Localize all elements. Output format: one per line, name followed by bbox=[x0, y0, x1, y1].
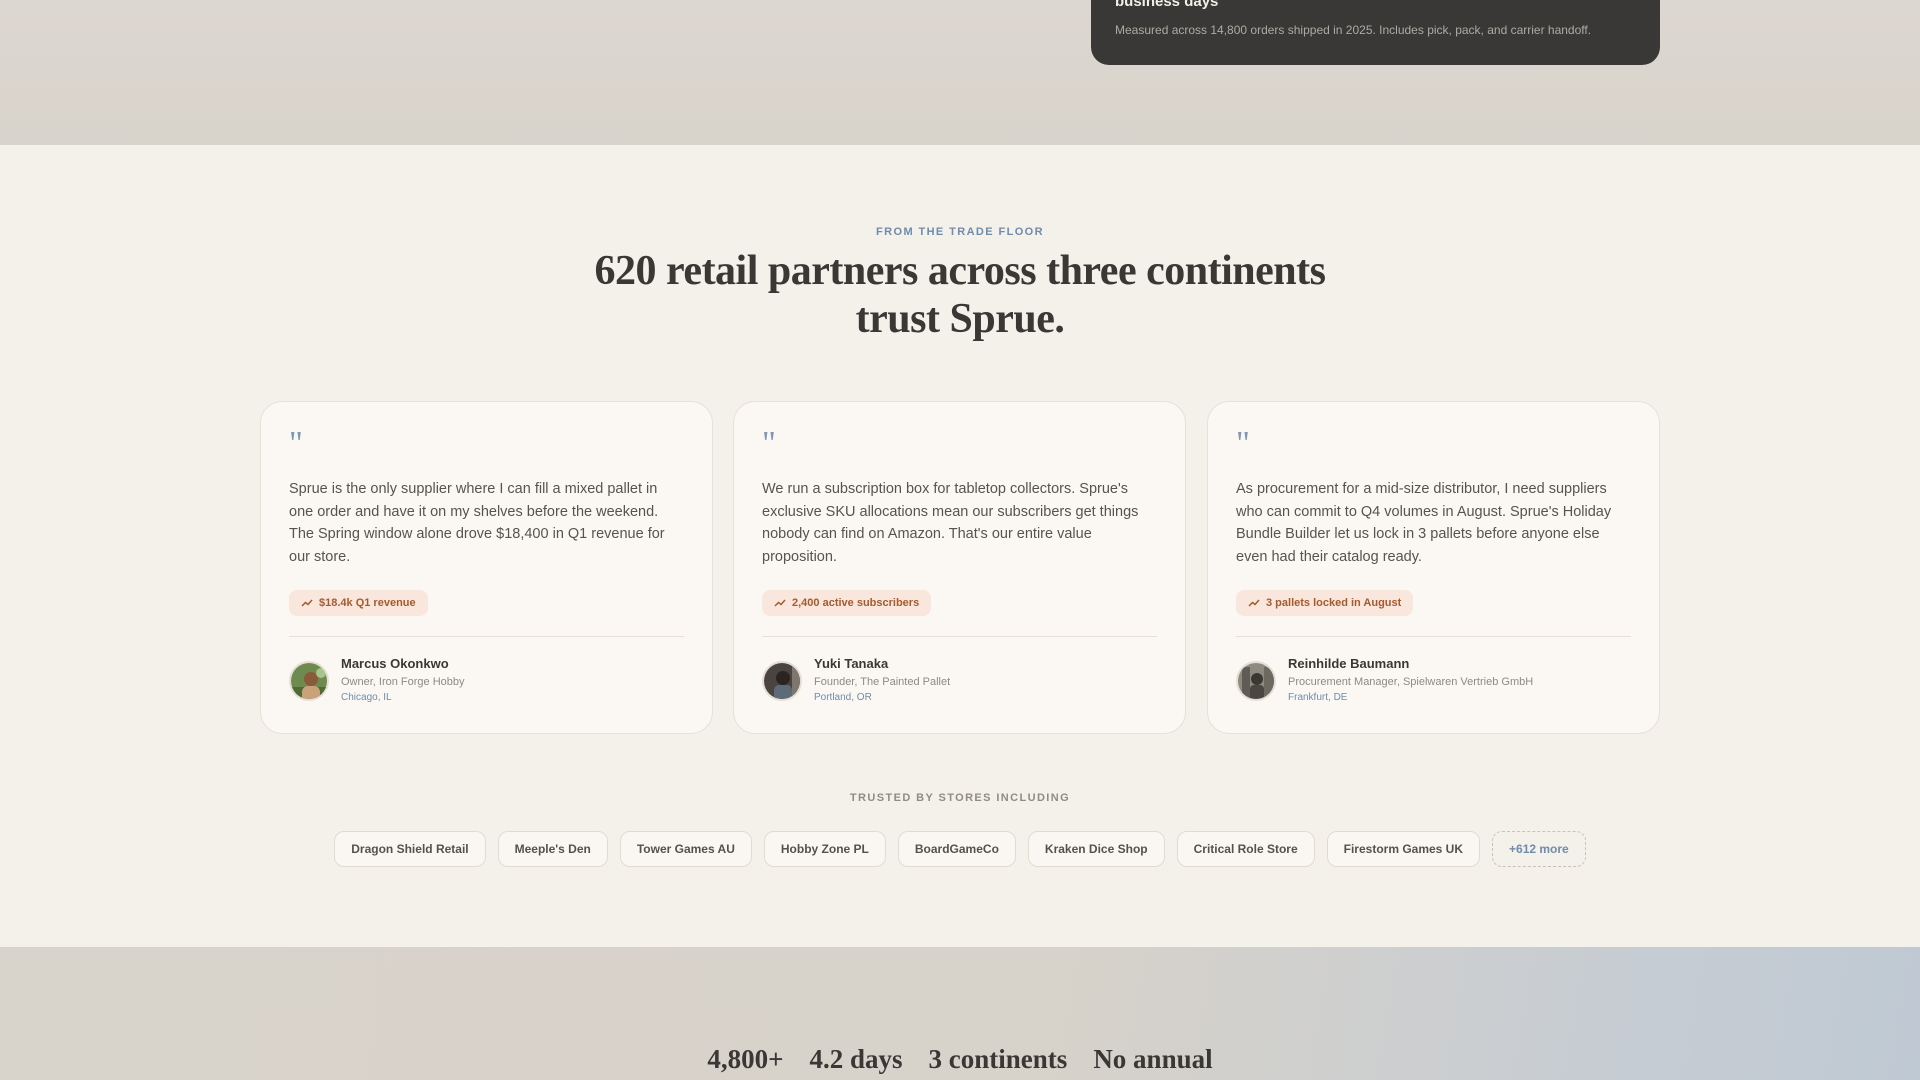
trend-up-icon bbox=[1248, 599, 1260, 607]
author: Yuki Tanaka Founder, The Painted Pallet … bbox=[762, 656, 1157, 704]
author-name: Marcus Okonkwo bbox=[341, 656, 449, 671]
store-chip[interactable]: Meeple's Den bbox=[497, 831, 608, 867]
fulfillment-stat-card: business days Measured across 14,800 ord… bbox=[1091, 0, 1660, 65]
store-chip[interactable]: Kraken Dice Shop bbox=[1027, 831, 1165, 867]
testimonial-card: " We run a subscription box for tabletop… bbox=[733, 401, 1186, 734]
section-eyebrow: FROM THE TRADE FLOOR bbox=[876, 226, 1044, 238]
trend-up-icon bbox=[301, 599, 313, 607]
stat-card-note: Measured across 14,800 orders shipped in… bbox=[1115, 23, 1592, 37]
metric-label: 2,400 active subscribers bbox=[792, 597, 920, 609]
stat-value: 4,800+ bbox=[707, 1044, 784, 1074]
stat-value: 3 continents bbox=[928, 1044, 1068, 1074]
author: Marcus Okonkwo Owner, Iron Forge Hobby C… bbox=[289, 656, 684, 704]
testimonial-card: " Sprue is the only supplier where I can… bbox=[260, 401, 713, 734]
store-chip[interactable]: Tower Games AU bbox=[619, 831, 752, 867]
testimonial-quote: Sprue is the only supplier where I can f… bbox=[289, 481, 665, 565]
avatar bbox=[289, 661, 329, 701]
more-stores-button[interactable]: +612 more bbox=[1492, 831, 1586, 867]
quote-icon: " bbox=[289, 425, 303, 462]
author-role: Founder, The Painted Pallet bbox=[814, 676, 951, 688]
store-chips: Dragon Shield Retail Meeple's Den Tower … bbox=[0, 831, 1920, 867]
testimonial-quote: We run a subscription box for tabletop c… bbox=[762, 481, 1139, 565]
stat-card-title: business days bbox=[1115, 0, 1219, 10]
quote-icon: " bbox=[762, 425, 776, 462]
store-chip[interactable]: Dragon Shield Retail bbox=[334, 831, 486, 867]
author-location: Frankfurt, DE bbox=[1288, 692, 1348, 703]
trusted-label: TRUSTED BY STORES INCLUDING bbox=[849, 792, 1071, 804]
metric-label: $18.4k Q1 revenue bbox=[319, 597, 416, 609]
store-chip[interactable]: Critical Role Store bbox=[1176, 831, 1315, 867]
quote-icon: " bbox=[1236, 425, 1250, 462]
author-name: Reinhilde Baumann bbox=[1288, 656, 1410, 671]
metric-label: 3 pallets locked in August bbox=[1266, 597, 1402, 609]
top-band: business days Measured across 14,800 ord… bbox=[0, 0, 1920, 145]
stats-row: 4,800+ 4.2 days 3 continents No annual bbox=[0, 1044, 1920, 1075]
store-chip[interactable]: BoardGameCo bbox=[897, 831, 1016, 867]
author-role: Owner, Iron Forge Hobby bbox=[341, 676, 465, 688]
section-headline: 620 retail partners across three contine… bbox=[594, 248, 1326, 342]
avatar bbox=[1236, 661, 1276, 701]
author-location: Portland, OR bbox=[814, 692, 872, 703]
store-chip[interactable]: Hobby Zone PL bbox=[763, 831, 886, 867]
author: Reinhilde Baumann Procurement Manager, S… bbox=[1236, 656, 1631, 704]
card-divider bbox=[1236, 636, 1631, 637]
metric-badge: $18.4k Q1 revenue bbox=[289, 590, 428, 616]
trend-up-icon bbox=[774, 599, 786, 607]
author-location: Chicago, IL bbox=[341, 692, 392, 703]
metric-badge: 3 pallets locked in August bbox=[1236, 590, 1414, 616]
card-divider bbox=[289, 636, 684, 637]
stat-value: No annual bbox=[1093, 1044, 1213, 1074]
metric-badge: 2,400 active subscribers bbox=[762, 590, 932, 616]
store-chip[interactable]: Firestorm Games UK bbox=[1326, 831, 1481, 867]
author-role: Procurement Manager, Spielwaren Vertrieb… bbox=[1288, 676, 1534, 688]
testimonial-quote: As procurement for a mid-size distributo… bbox=[1236, 481, 1612, 565]
avatar bbox=[762, 661, 802, 701]
stat-value: 4.2 days bbox=[809, 1044, 903, 1074]
card-divider bbox=[762, 636, 1157, 637]
testimonial-card: " As procurement for a mid-size distribu… bbox=[1207, 401, 1660, 734]
author-name: Yuki Tanaka bbox=[814, 656, 889, 671]
